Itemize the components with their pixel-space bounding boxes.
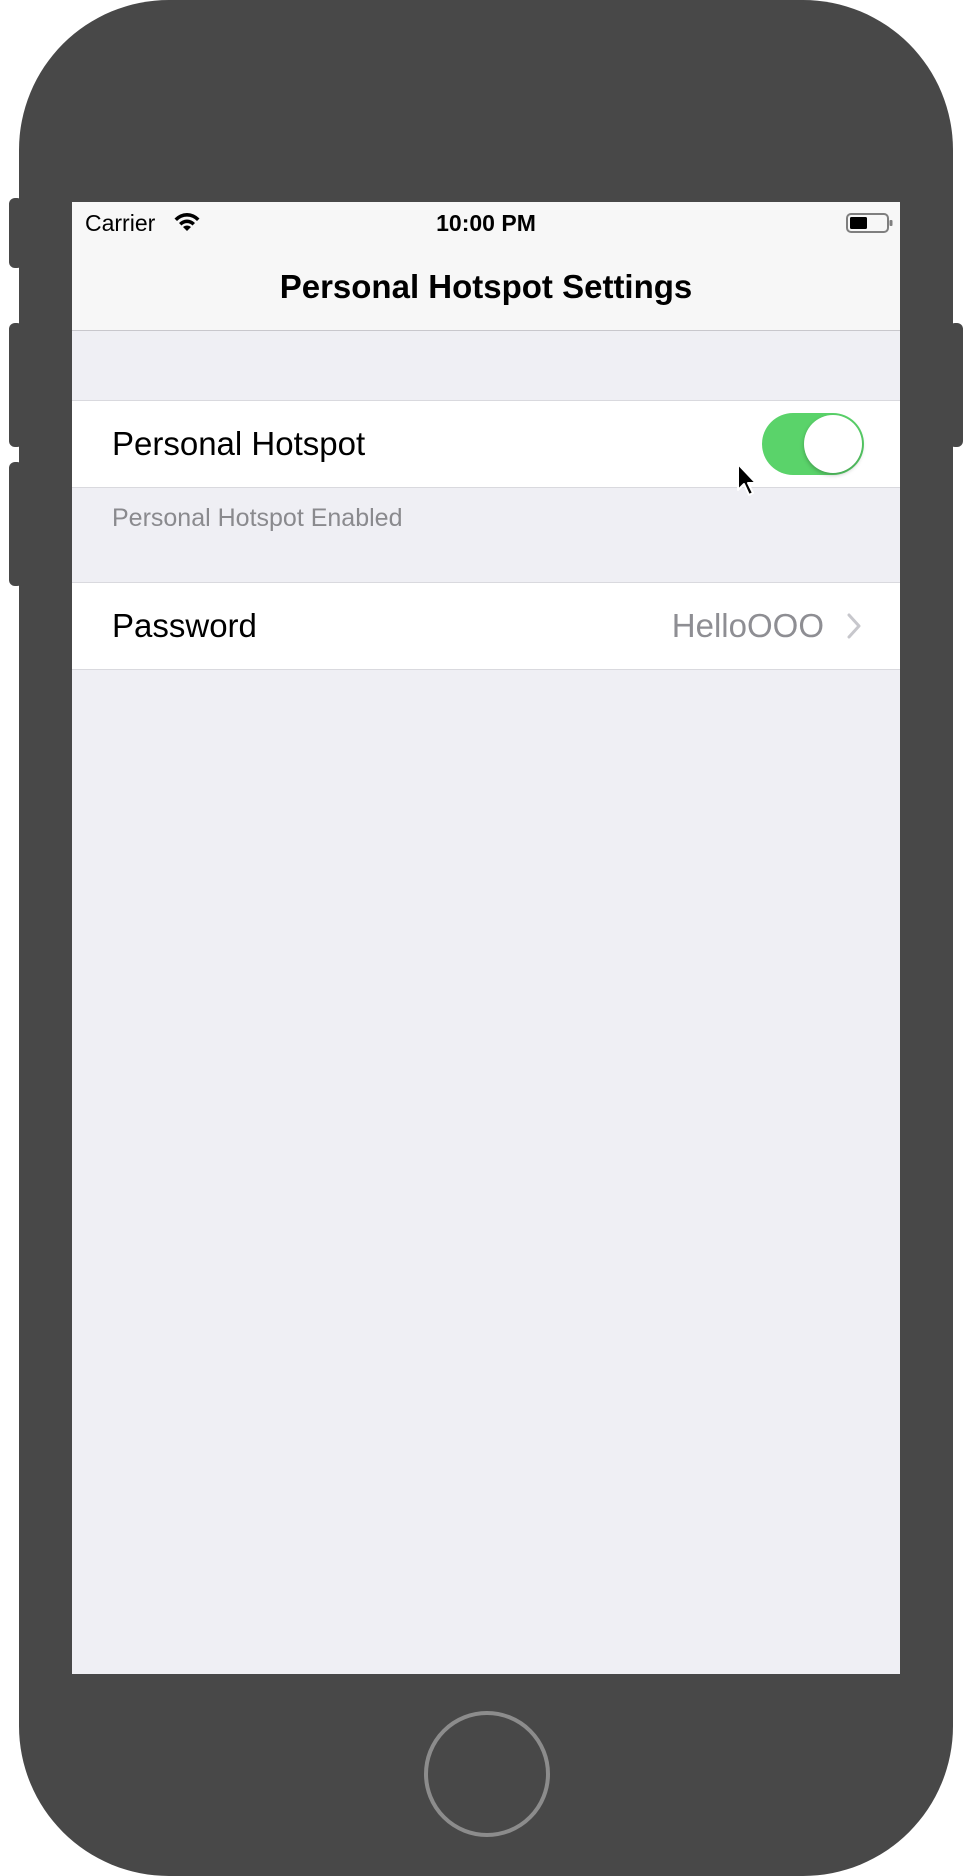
status-bar: Carrier 10:00 PM xyxy=(72,202,900,242)
personal-hotspot-cell: Personal Hotspot xyxy=(72,400,900,488)
mute-switch xyxy=(9,198,23,268)
password-label: Password xyxy=(112,607,257,644)
page-title: Personal Hotspot Settings xyxy=(279,268,693,305)
mouse-cursor-icon xyxy=(736,462,762,503)
navigation-bar: Personal Hotspot Settings xyxy=(72,242,900,331)
toggle-knob xyxy=(804,415,862,473)
status-time: 10:00 PM xyxy=(436,210,536,236)
password-cell[interactable]: Password HelloOOO xyxy=(72,582,900,670)
password-value: HelloOOO xyxy=(671,607,824,644)
personal-hotspot-toggle[interactable] xyxy=(762,413,864,475)
home-button[interactable] xyxy=(424,1711,550,1837)
volume-down-button xyxy=(9,462,23,586)
battery-icon xyxy=(846,212,893,233)
screen: Carrier 10:00 PM Personal Hotspot Settin… xyxy=(72,202,900,1674)
hotspot-status-footer: Personal Hotspot Enabled xyxy=(112,504,403,532)
chevron-right-icon xyxy=(846,612,862,645)
power-button xyxy=(949,323,963,447)
volume-up-button xyxy=(9,323,23,447)
personal-hotspot-label: Personal Hotspot xyxy=(112,425,366,462)
